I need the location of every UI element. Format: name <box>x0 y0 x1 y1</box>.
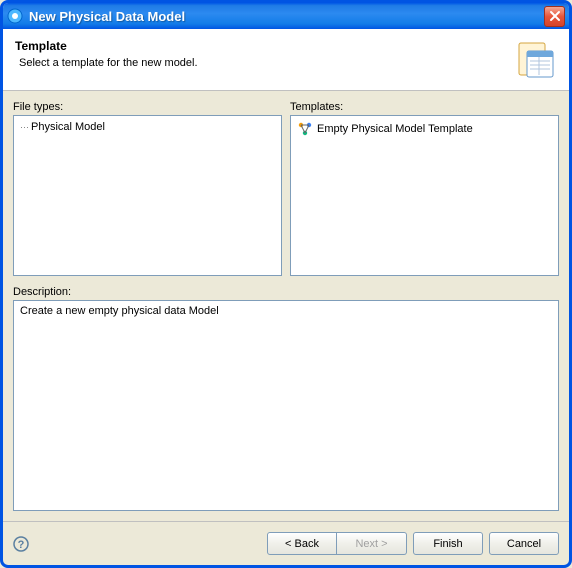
nav-button-group: < Back Next > <box>261 532 407 555</box>
page-subtitle: Select a template for the new model. <box>15 57 513 69</box>
next-button: Next > <box>337 532 407 555</box>
finish-button[interactable]: Finish <box>413 532 483 555</box>
wizard-header: Template Select a template for the new m… <box>3 29 569 91</box>
template-banner-icon <box>513 39 557 83</box>
template-icon <box>297 121 313 137</box>
wizard-content: File types: ⋯ Physical Model Templates: <box>3 91 569 521</box>
templates-column: Templates: <box>290 101 559 276</box>
help-icon[interactable]: ? <box>13 536 29 552</box>
wizard-dialog: New Physical Data Model Template Select … <box>0 0 572 568</box>
file-types-label: File types: <box>13 101 282 113</box>
description-section: Description: <box>13 286 559 511</box>
page-title: Template <box>15 39 513 53</box>
tree-connector-icon: ⋯ <box>20 122 29 133</box>
file-types-list[interactable]: ⋯ Physical Model <box>13 115 282 276</box>
description-label: Description: <box>13 286 559 298</box>
close-button[interactable] <box>544 6 565 27</box>
wizard-footer: ? < Back Next > Finish Cancel <box>3 521 569 565</box>
window-title: New Physical Data Model <box>29 9 544 24</box>
wizard-header-text: Template Select a template for the new m… <box>15 39 513 69</box>
file-types-column: File types: ⋯ Physical Model <box>13 101 282 276</box>
svg-text:?: ? <box>18 539 25 551</box>
back-button[interactable]: < Back <box>267 532 337 555</box>
template-item-label: Empty Physical Model Template <box>317 123 473 135</box>
tree-item-physical-model[interactable]: ⋯ Physical Model <box>18 120 277 134</box>
lists-row: File types: ⋯ Physical Model Templates: <box>13 101 559 276</box>
template-item-empty-physical[interactable]: Empty Physical Model Template <box>295 120 554 138</box>
description-textarea[interactable] <box>13 300 559 511</box>
tree-item-label: Physical Model <box>31 121 105 133</box>
templates-list[interactable]: Empty Physical Model Template <box>290 115 559 276</box>
app-icon <box>7 8 23 24</box>
templates-label: Templates: <box>290 101 559 113</box>
cancel-button[interactable]: Cancel <box>489 532 559 555</box>
titlebar: New Physical Data Model <box>3 3 569 29</box>
